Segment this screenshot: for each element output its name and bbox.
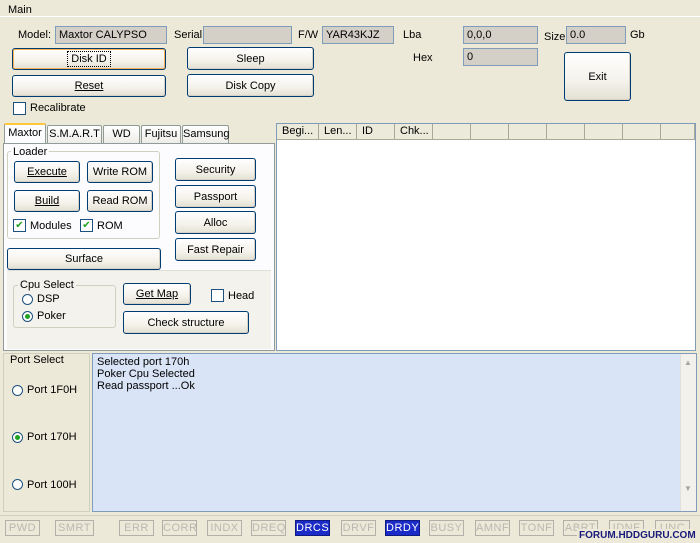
- scroll-up-icon[interactable]: ▲: [680, 354, 696, 370]
- tab-wd[interactable]: WD: [103, 125, 140, 144]
- column-header[interactable]: [509, 124, 547, 140]
- poker-radio[interactable]: [22, 311, 33, 322]
- modules-checkbox[interactable]: ✔: [13, 219, 26, 232]
- rom-label: ROM: [97, 220, 123, 232]
- status-err-indicator: ERR: [119, 520, 154, 536]
- port-1f0h-label: Port 1F0H: [27, 384, 78, 396]
- status-drvf-indicator: DRVF: [341, 520, 376, 536]
- port-100h-radio[interactable]: [12, 479, 23, 490]
- fw-field[interactable]: YAR43KJZ: [322, 26, 394, 44]
- column-header[interactable]: ID: [357, 124, 395, 140]
- fw-label: F/W: [298, 29, 319, 41]
- size-field[interactable]: 0.0: [566, 26, 626, 44]
- column-header[interactable]: [471, 124, 509, 140]
- checkmark-icon: ✔: [82, 219, 91, 231]
- status-drcs-indicator: DRCS: [295, 520, 330, 536]
- read-rom-button[interactable]: Read ROM: [87, 190, 153, 212]
- surface-button[interactable]: Surface: [7, 248, 161, 270]
- column-header[interactable]: Begi...: [277, 124, 319, 140]
- tab-samsung[interactable]: Samsung: [182, 125, 229, 144]
- status-amnf-indicator: AMNF: [475, 520, 510, 536]
- exit-button[interactable]: Exit: [564, 52, 631, 101]
- lba-field[interactable]: 0,0,0: [463, 26, 538, 44]
- column-header[interactable]: [547, 124, 585, 140]
- status-indx-indicator: INDX: [207, 520, 242, 536]
- poker-label: Poker: [37, 310, 66, 322]
- recalibrate-checkbox[interactable]: [13, 102, 26, 115]
- model-label: Model:: [18, 29, 52, 41]
- column-header[interactable]: [433, 124, 471, 140]
- alloc-button[interactable]: Alloc: [175, 211, 256, 234]
- status-tonf-indicator: TONF: [519, 520, 554, 536]
- cpu-select-title: Cpu Select: [18, 279, 76, 291]
- port-1f0h-radio[interactable]: [12, 385, 23, 396]
- fast-repair-button[interactable]: Fast Repair: [175, 238, 256, 261]
- tab-fujitsu[interactable]: Fujitsu: [141, 125, 181, 144]
- dsp-label: DSP: [37, 293, 60, 305]
- port-170h-radio[interactable]: [12, 432, 23, 443]
- log-line: Read passport ...Ok: [97, 380, 195, 392]
- modules-label: Modules: [30, 220, 72, 232]
- column-header[interactable]: [623, 124, 661, 140]
- hex-label: Hex: [413, 52, 433, 64]
- lba-label: Lba: [403, 29, 422, 41]
- port-170h-label: Port 170H: [27, 431, 77, 443]
- size-label: Size: [544, 31, 566, 43]
- security-button[interactable]: Security: [175, 158, 256, 181]
- gb-label: Gb: [630, 29, 645, 41]
- recalibrate-label: Recalibrate: [30, 102, 86, 114]
- serial-field[interactable]: [203, 26, 292, 44]
- serial-label: Serial: [174, 29, 203, 41]
- reset-button[interactable]: Reset: [12, 75, 166, 97]
- column-header[interactable]: [585, 124, 623, 140]
- build-button[interactable]: Build: [14, 190, 80, 212]
- write-rom-button[interactable]: Write ROM: [87, 161, 153, 183]
- head-label: Head: [228, 290, 255, 302]
- status-smrt-indicator: SMRT: [55, 520, 94, 536]
- model-field[interactable]: Maxtor CALYPSO: [55, 26, 167, 44]
- status-pwd-indicator: PWD: [5, 520, 40, 536]
- head-checkbox[interactable]: [211, 289, 224, 302]
- status-busy-indicator: BUSY: [429, 520, 464, 536]
- execute-button[interactable]: Execute: [14, 161, 80, 183]
- disk-copy-button[interactable]: Disk Copy: [187, 74, 314, 97]
- status-drdy-indicator: DRDY: [385, 520, 420, 536]
- column-header[interactable]: Len...: [319, 124, 357, 140]
- rom-checkbox[interactable]: ✔: [80, 219, 93, 232]
- column-header[interactable]: Chk...: [395, 124, 433, 140]
- column-header[interactable]: [661, 124, 695, 140]
- loader-title: Loader: [11, 146, 50, 158]
- status-dreq-indicator: DREQ: [251, 520, 286, 536]
- forum-watermark: FORUM.HDDGURU.COM: [577, 529, 698, 542]
- get-map-button[interactable]: Get Map: [123, 283, 191, 305]
- disk-id-button[interactable]: Disk ID: [12, 48, 166, 70]
- passport-button[interactable]: Passport: [175, 185, 256, 208]
- status-corr-indicator: CORR: [162, 520, 198, 536]
- scroll-down-icon[interactable]: ▼: [680, 480, 696, 496]
- checkmark-icon: ✔: [15, 219, 24, 231]
- tab-smart[interactable]: S.M.A.R.T: [47, 125, 102, 144]
- dsp-radio[interactable]: [22, 294, 33, 305]
- sleep-button[interactable]: Sleep: [187, 47, 314, 70]
- port-select-title: Port Select: [8, 354, 66, 366]
- module-table[interactable]: [276, 123, 696, 351]
- hex-field[interactable]: 0: [463, 48, 538, 66]
- tab-maxtor[interactable]: Maxtor: [4, 123, 46, 144]
- port-100h-label: Port 100H: [27, 479, 77, 491]
- check-structure-button[interactable]: Check structure: [123, 311, 249, 334]
